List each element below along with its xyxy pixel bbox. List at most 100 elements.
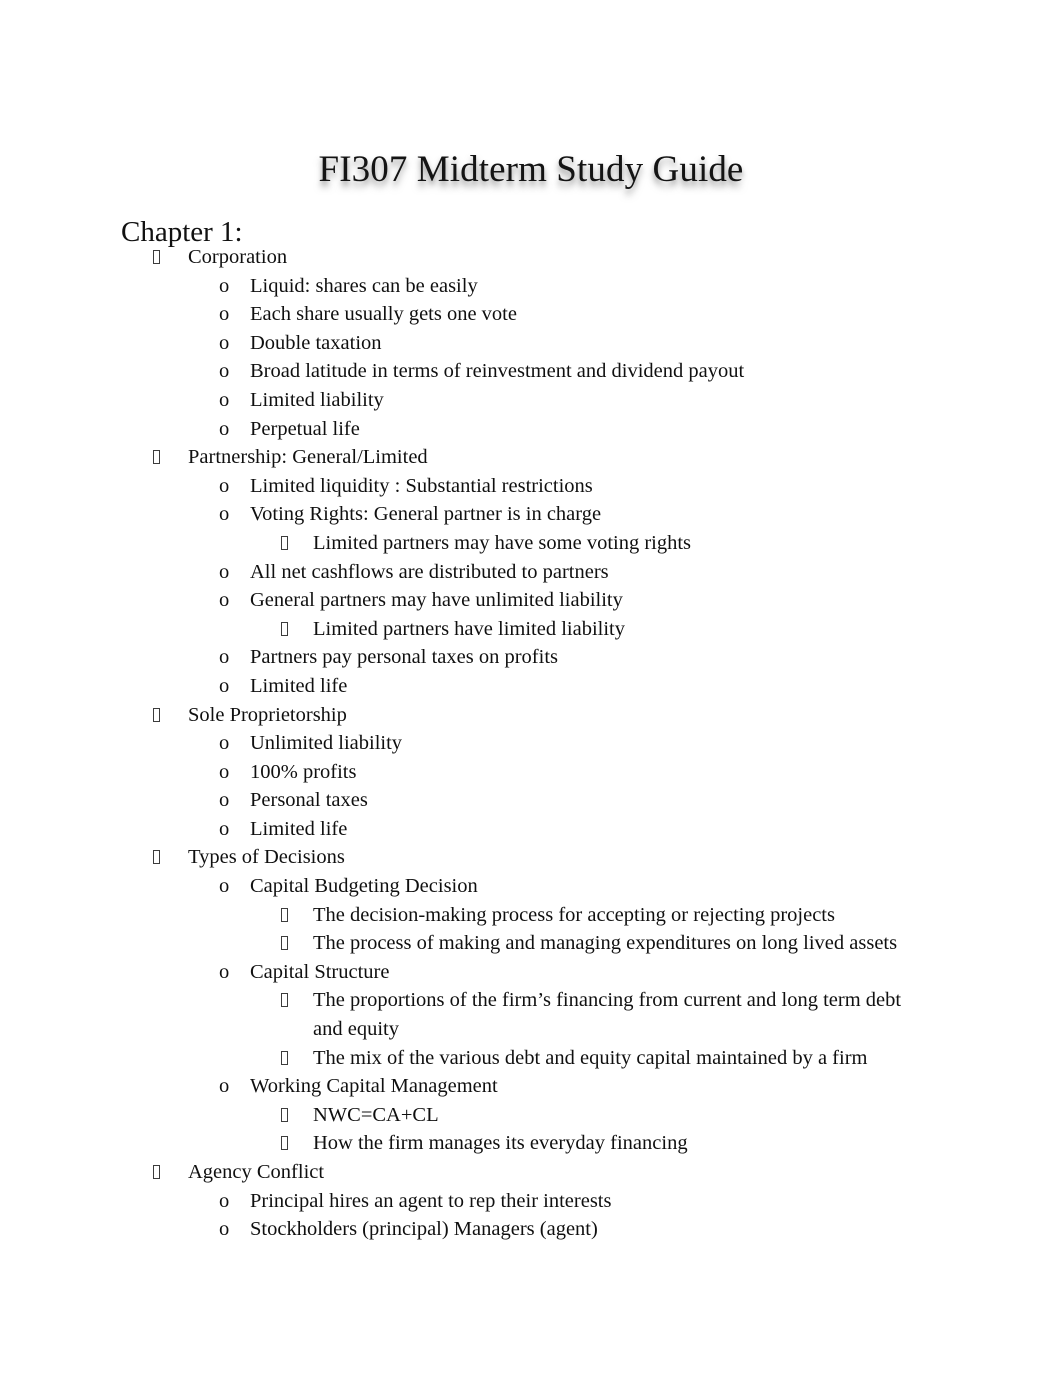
outline-item-text: Broad latitude in terms of reinvestment … bbox=[250, 360, 745, 383]
bullet-square-icon bbox=[281, 535, 288, 550]
outline-item-text: The proportions of the firm’s financing … bbox=[313, 989, 907, 1041]
outline-item-level-2: o General partners may have unlimited lia… bbox=[0, 586, 1062, 615]
outline-item-text: Limited partners have limited liability bbox=[313, 617, 625, 640]
outline-item-text: Limited partners may have some voting ri… bbox=[313, 531, 692, 554]
outline-item-text: NWC=CA+CL bbox=[313, 1103, 439, 1126]
outline-item-text: Unlimited liability bbox=[250, 732, 403, 755]
bullet-circle-icon: o bbox=[219, 817, 230, 840]
outline-item-text: The mix of the various debt and equity c… bbox=[313, 1046, 868, 1069]
outline-item-level-3: Limited partners have limited liability bbox=[0, 615, 1062, 644]
outline-item-level-2: o Double taxation bbox=[0, 329, 1062, 358]
bullet-circle-icon: o bbox=[219, 503, 230, 526]
document-title-container: FI307 Midterm Study Guide bbox=[0, 122, 1062, 218]
bullet-square-icon bbox=[153, 1165, 160, 1179]
outline-item-level-2: o 100% profits bbox=[0, 758, 1062, 787]
outline-item-text: How the firm manages its everyday financ… bbox=[313, 1132, 688, 1155]
document-page: FI307 Midterm Study Guide Chapter 1: Cor… bbox=[0, 0, 1062, 1377]
bullet-circle-icon: o bbox=[219, 474, 230, 497]
bullet-square-icon bbox=[153, 850, 160, 865]
outline-item-level-2: o Stockholders (principal) Managers (agen… bbox=[0, 1215, 1062, 1244]
outline-item-text: Partnership: General/Limited bbox=[188, 446, 428, 469]
outline-item-text: Corporation bbox=[188, 246, 288, 268]
outline-item-level-3: NWC=CA+CL bbox=[0, 1101, 1062, 1130]
outline-item-text: Limited life bbox=[250, 674, 348, 697]
outline-item-level-3: The process of making and managing expen… bbox=[0, 929, 1062, 958]
bullet-square-icon bbox=[153, 250, 160, 264]
outline-item-text: Limited liability bbox=[250, 388, 384, 411]
outline-item-text: Personal taxes bbox=[250, 789, 368, 812]
bullet-circle-icon: o bbox=[219, 560, 230, 583]
outline-item-level-3: The decision-making process for acceptin… bbox=[0, 901, 1062, 930]
bullet-square-icon bbox=[281, 907, 288, 922]
outline-item-text: The decision-making process for acceptin… bbox=[313, 903, 835, 926]
bullet-square-icon bbox=[281, 1107, 288, 1122]
outline-item-level-2: o Limited life bbox=[0, 672, 1062, 701]
outline-item-text: Stockholders (principal) Managers (agent… bbox=[250, 1218, 598, 1241]
outline-item-level-2: o Limited liability bbox=[0, 386, 1062, 415]
outline-item-text: Perpetual life bbox=[250, 417, 360, 440]
outline-item-text: General partners may have unlimited liab… bbox=[250, 589, 623, 612]
bullet-circle-icon: o bbox=[219, 331, 230, 354]
outline-item-text: Types of Decisions bbox=[188, 846, 345, 869]
outline-item-level-2: o Each share usually gets one vote bbox=[0, 300, 1062, 329]
outline-item-text: Principal hires an agent to rep their in… bbox=[250, 1189, 612, 1212]
outline-item-level-2: o Perpetual life bbox=[0, 415, 1062, 444]
bullet-square-icon bbox=[281, 1136, 288, 1151]
outline-item-level-2: o Voting Rights: General partner is in ch… bbox=[0, 500, 1062, 529]
outline-item-text: Liquid: shares can be easily bbox=[250, 274, 478, 297]
bullet-circle-icon: o bbox=[219, 1218, 230, 1241]
outline-item-level-2: o Capital Structure bbox=[0, 958, 1062, 987]
outline-item-level-3: The proportions of the firm’s financing … bbox=[0, 986, 1062, 1043]
outline-item-level-2: o Limited liquidity : Substantial restric… bbox=[0, 472, 1062, 501]
bullet-square-icon bbox=[153, 450, 160, 465]
outline-item-level-2: o Broad latitude in terms of reinvestment… bbox=[0, 357, 1062, 386]
bullet-circle-icon: o bbox=[219, 1189, 230, 1212]
outline-item-text: Sole Proprietorship bbox=[188, 703, 347, 726]
outline-item-level-2: o Principal hires an agent to rep their i… bbox=[0, 1187, 1062, 1216]
outline-item-level-3: How the firm manages its everyday financ… bbox=[0, 1129, 1062, 1158]
outline-item-text: Agency Conflict bbox=[188, 1161, 325, 1183]
outline-item-level-2: o All net cashflows are distributed to pa… bbox=[0, 558, 1062, 587]
outline-item-level-2: o Working Capital Management bbox=[0, 1072, 1062, 1101]
bullet-circle-icon: o bbox=[219, 1075, 230, 1098]
outline-item-level-3: The mix of the various debt and equity c… bbox=[0, 1044, 1062, 1073]
bullet-circle-icon: o bbox=[219, 589, 230, 612]
bullet-circle-icon: o bbox=[219, 417, 230, 440]
outline-item-text: 100% profits bbox=[250, 760, 357, 783]
outline-item-text: Each share usually gets one vote bbox=[250, 303, 517, 326]
outline-item-text: The process of making and managing expen… bbox=[313, 932, 898, 955]
outline-item-level-1: Sole Proprietorship bbox=[0, 701, 1062, 730]
outline-item-text: Capital Budgeting Decision bbox=[250, 875, 478, 898]
outline-item-text: All net cashflows are distributed to par… bbox=[250, 560, 609, 583]
bullet-circle-icon: o bbox=[219, 960, 230, 983]
outline-item-level-2: o Partners pay personal taxes on profits bbox=[0, 643, 1062, 672]
outline-item-level-2: o Limited life bbox=[0, 815, 1062, 844]
outline-list: Corporation o Liquid: shares can be easily… bbox=[0, 243, 1062, 1244]
outline-item-level-1: Types of Decisions bbox=[0, 843, 1062, 872]
outline-item-level-1: Agency Conflict bbox=[0, 1158, 1062, 1187]
outline-item-text: Limited life bbox=[250, 817, 348, 840]
outline-item-text: Capital Structure bbox=[250, 960, 390, 983]
outline-item-level-1: Corporation bbox=[0, 243, 1062, 272]
bullet-square-icon bbox=[281, 621, 288, 636]
bullet-circle-icon: o bbox=[219, 360, 230, 383]
page-title: FI307 Midterm Study Guide bbox=[318, 148, 744, 190]
outline-item-text: Limited liquidity : Substantial restrict… bbox=[250, 474, 593, 497]
outline-item-text: Double taxation bbox=[250, 331, 382, 354]
outline-item-level-1: Partnership: General/Limited bbox=[0, 443, 1062, 472]
bullet-circle-icon: o bbox=[219, 646, 230, 669]
bullet-circle-icon: o bbox=[219, 303, 230, 326]
outline-item-level-2: o Capital Budgeting Decision bbox=[0, 872, 1062, 901]
bullet-circle-icon: o bbox=[219, 732, 230, 755]
bullet-circle-icon: o bbox=[219, 789, 230, 812]
bullet-square-icon bbox=[281, 936, 288, 951]
bullet-square-icon bbox=[281, 1050, 288, 1065]
bullet-circle-icon: o bbox=[219, 875, 230, 898]
outline-item-text: Partners pay personal taxes on profits bbox=[250, 646, 558, 669]
outline-item-text: Voting Rights: General partner is in cha… bbox=[250, 503, 602, 526]
outline-item-level-3: Limited partners may have some voting ri… bbox=[0, 529, 1062, 558]
bullet-square-icon bbox=[281, 993, 288, 1008]
outline-item-level-2: o Personal taxes bbox=[0, 786, 1062, 815]
bullet-circle-icon: o bbox=[219, 760, 230, 783]
bullet-circle-icon: o bbox=[219, 274, 230, 297]
